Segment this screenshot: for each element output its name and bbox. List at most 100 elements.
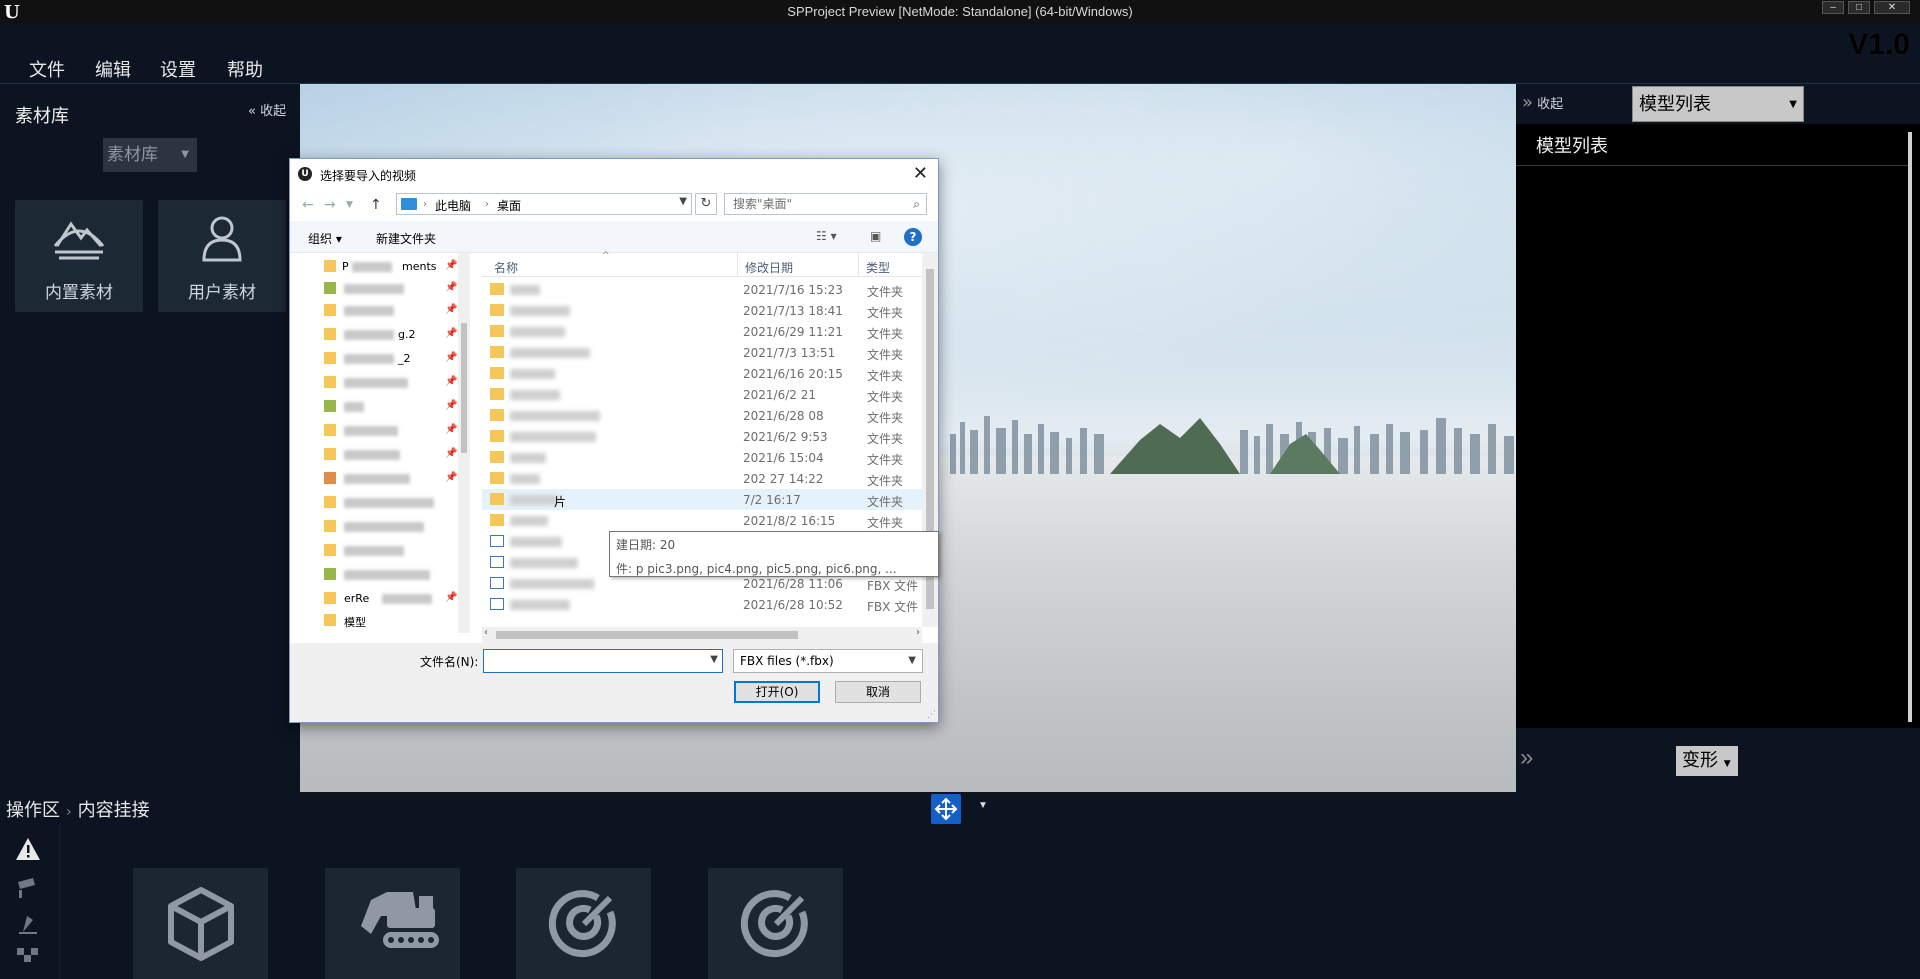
double-chevron-right-icon: » <box>1522 92 1534 113</box>
close-icon[interactable]: ✕ <box>913 163 928 184</box>
file-tooltip: 建日期: 20 件: p pic3.png, pic4.png, pic5.pn… <box>609 531 939 577</box>
nav-item[interactable] <box>290 517 450 537</box>
nav-item[interactable]: 📌 <box>290 279 457 299</box>
maximize-icon[interactable]: □ <box>1848 1 1870 14</box>
file-row[interactable]: 2021/6 15:04 文件夹 <box>482 447 922 468</box>
excavator-tool-card[interactable] <box>325 868 460 979</box>
scrollbar-thumb[interactable] <box>496 631 798 639</box>
up-arrow-icon[interactable]: ↑ <box>370 197 382 213</box>
caret-down-icon[interactable]: ▼ <box>978 800 988 811</box>
column-type[interactable]: 类型 <box>866 259 890 276</box>
double-chevron-left-icon: « <box>248 104 256 119</box>
close-icon[interactable]: ✕ <box>1874 1 1910 14</box>
file-row[interactable]: 2021/6/29 11:21 文件夹 <box>482 321 922 342</box>
file-row[interactable]: 2021/6/28 10:52 FBX 文件 <box>482 594 922 615</box>
file-row[interactable]: 2021/7/16 15:23 文件夹 <box>482 279 922 300</box>
open-button[interactable]: 打开(O) <box>734 681 820 703</box>
filename-input[interactable]: ▼ <box>483 649 723 673</box>
column-modified[interactable]: 修改日期 <box>745 259 793 276</box>
move-tool-button[interactable] <box>931 794 961 824</box>
chevron-right-icon: › <box>485 199 489 210</box>
transform-dropdown[interactable]: 变形 ▼ <box>1676 746 1738 776</box>
new-folder-button[interactable]: 新建文件夹 <box>376 230 436 247</box>
forward-arrow-icon[interactable]: → <box>324 197 336 213</box>
nav-item[interactable]: _2 📌 <box>290 349 457 369</box>
nav-item[interactable]: g.2 📌 <box>290 325 457 345</box>
right-panel-header: » 收起 模型列表 ▼ <box>1516 84 1920 124</box>
breadcrumb-item[interactable]: 操作区 <box>6 800 60 821</box>
resize-grip-icon[interactable]: ⋰ <box>927 710 936 720</box>
file-row[interactable]: 2021/6/28 08 文件夹 <box>482 405 922 426</box>
marker-icon[interactable] <box>15 910 41 936</box>
scrollbar-thumb[interactable] <box>461 323 467 453</box>
file-row[interactable]: 2021/6/2 21 文件夹 <box>482 384 922 405</box>
preview-pane-icon[interactable]: ▣ <box>870 229 881 243</box>
address-bar[interactable]: › 此电脑 › 桌面 ▼ <box>396 193 692 215</box>
column-name[interactable]: 名称 <box>494 259 518 276</box>
folder-icon <box>490 283 504 295</box>
menu-edit[interactable]: 编辑 <box>95 56 131 82</box>
chevron-down-icon[interactable]: ▼ <box>346 200 353 210</box>
library-select[interactable]: 素材库 ▼ <box>103 138 197 172</box>
file-row[interactable]: 2021/6/2 9:53 文件夹 <box>482 426 922 447</box>
file-row[interactable]: 2021/7/13 18:41 文件夹 <box>482 300 922 321</box>
horizontal-scrollbar[interactable]: ‹ › <box>482 627 922 643</box>
nav-item[interactable]: 📌 <box>290 421 457 441</box>
dialog-title: 选择要导入的视频 <box>320 169 417 183</box>
nav-item[interactable] <box>290 493 450 513</box>
search-placeholder: 搜索"桌面" <box>733 197 793 211</box>
nav-item[interactable]: 📌 <box>290 301 457 321</box>
nav-item[interactable]: 📌 <box>290 373 457 393</box>
address-crumb[interactable]: 此电脑 <box>435 197 471 214</box>
file-row[interactable]: 2021/7/3 13:51 文件夹 <box>482 342 922 363</box>
file-type-filter[interactable]: FBX files (*.fbx) ▼ <box>733 649 923 673</box>
file-row[interactable]: 片 7/2 16:17 文件夹 <box>482 489 922 510</box>
nav-scrollbar[interactable] <box>458 253 470 633</box>
grid-icon[interactable] <box>15 946 41 972</box>
chevron-down-icon[interactable]: ▼ <box>679 196 687 207</box>
camera-icon[interactable] <box>15 874 41 900</box>
file-name-redacted <box>510 579 594 589</box>
scrollbar[interactable] <box>1908 132 1912 722</box>
nav-item[interactable] <box>290 541 450 561</box>
cube-tool-card[interactable] <box>133 868 268 979</box>
file-name-redacted <box>510 285 540 295</box>
builtin-assets-card[interactable]: 内置素材 <box>15 200 143 312</box>
nav-item[interactable]: Pments 📌 <box>290 257 457 277</box>
folder-icon <box>324 520 336 532</box>
nav-item[interactable]: 模型 <box>290 611 450 631</box>
view-options-icon[interactable]: ☷ ▾ <box>816 229 837 243</box>
file-row[interactable]: 2021/8/2 16:15 文件夹 <box>482 510 922 531</box>
minimize-icon[interactable]: – <box>1822 1 1844 14</box>
user-assets-card[interactable]: 用户素材 <box>158 200 286 312</box>
file-row[interactable]: 2021/6/16 20:15 文件夹 <box>482 363 922 384</box>
card-label: 用户素材 <box>188 283 256 303</box>
chevron-left-icon[interactable]: ‹ <box>484 627 488 638</box>
address-crumb[interactable]: 桌面 <box>497 197 521 214</box>
nav-item[interactable]: erRe 📌 <box>290 589 457 609</box>
model-list-select[interactable]: 模型列表 ▼ <box>1632 86 1804 122</box>
collapse-right-button[interactable]: » 收起 <box>1522 92 1563 113</box>
refresh-icon[interactable]: ↻ <box>695 193 717 215</box>
search-input[interactable]: 搜索"桌面" ⌕ <box>724 193 927 215</box>
organize-menu[interactable]: 组织 ▾ <box>308 230 342 247</box>
target-tool-card[interactable] <box>516 868 651 979</box>
nav-item[interactable]: 📌 <box>290 469 457 489</box>
cancel-button[interactable]: 取消 <box>835 681 921 703</box>
menu-help[interactable]: 帮助 <box>227 56 263 82</box>
nav-item[interactable]: 📌 <box>290 445 457 465</box>
nav-item[interactable] <box>290 565 450 585</box>
warning-icon[interactable] <box>15 836 41 862</box>
menu-file[interactable]: 文件 <box>29 56 65 82</box>
back-arrow-icon[interactable]: ← <box>302 197 314 213</box>
target-tool-card[interactable] <box>708 868 843 979</box>
collapse-left-button[interactable]: « 收起 <box>248 100 286 119</box>
double-chevron-right-icon[interactable]: » <box>1520 744 1533 772</box>
chevron-down-icon[interactable]: ▼ <box>710 654 718 665</box>
chevron-right-icon[interactable]: › <box>916 627 920 638</box>
nav-item[interactable]: 📌 <box>290 397 457 417</box>
breadcrumb-item[interactable]: 内容挂接 <box>78 800 150 821</box>
menu-settings[interactable]: 设置 <box>160 56 196 82</box>
file-row[interactable]: 202 27 14:22 文件夹 <box>482 468 922 489</box>
help-icon[interactable]: ? <box>904 228 922 246</box>
